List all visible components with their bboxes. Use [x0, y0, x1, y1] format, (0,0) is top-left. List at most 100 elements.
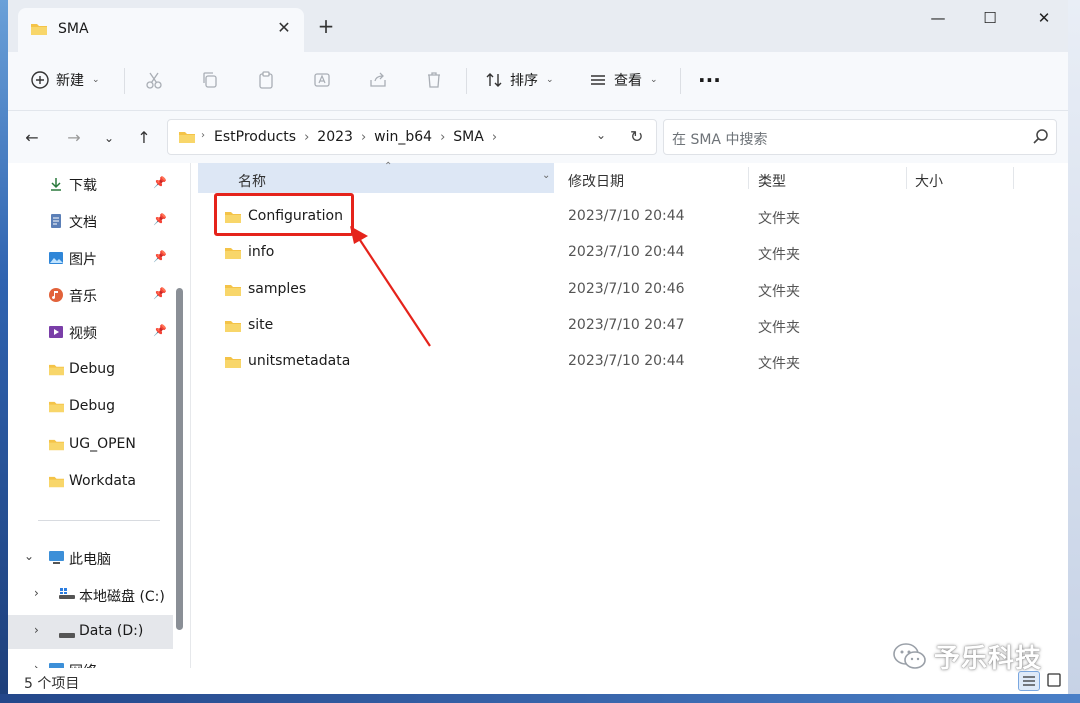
cut-button[interactable] — [144, 66, 164, 94]
chevron-down-icon[interactable]: ⌄ — [24, 549, 34, 563]
search-box[interactable]: 在 SMA 中搜索 — [663, 119, 1057, 155]
new-tab-button[interactable]: + — [316, 16, 336, 36]
sidebar-item-this-pc[interactable]: ⌄ 此电脑 — [8, 541, 173, 575]
new-button[interactable]: 新建 ⌄ — [30, 66, 100, 94]
sidebar-item-workdata[interactable]: Workdata — [8, 465, 173, 499]
chevron-right-icon[interactable]: › — [34, 623, 39, 637]
column-divider[interactable] — [1013, 167, 1014, 189]
pin-icon[interactable]: 📌 — [153, 324, 167, 337]
breadcrumb-item[interactable]: SMA — [453, 129, 484, 145]
rename-button[interactable] — [312, 66, 332, 94]
sort-icon — [486, 73, 502, 87]
file-list: ⌃ 名称 ⌄ 修改日期 类型 大小 Configuration 2023/7/1… — [198, 161, 1068, 668]
column-divider[interactable] — [906, 167, 907, 189]
file-name: info — [248, 244, 275, 260]
file-type: 文件夹 — [758, 211, 800, 227]
share-button[interactable] — [368, 66, 388, 94]
folder-icon — [178, 129, 196, 149]
table-row[interactable]: site 2023/7/10 20:47 文件夹 — [198, 309, 1058, 343]
navigation-pane: 下载 📌 文档 📌 图片 📌 音乐 📌 视频 📌 Debug Debug UG_… — [8, 163, 188, 668]
tab-close-icon[interactable]: ✕ — [274, 18, 294, 38]
sort-button[interactable]: 排序 ⌄ — [484, 66, 554, 94]
sidebar-item-drive-c[interactable]: › 本地磁盘 (C:) — [8, 578, 173, 612]
tab-title: SMA — [58, 21, 89, 37]
pin-icon[interactable]: 📌 — [153, 287, 167, 300]
command-bar: 新建 ⌄ 排序 ⌄ 查看 ⌄ ··· — [8, 52, 1068, 111]
sidebar-item-documents[interactable]: 文档 📌 — [8, 204, 173, 238]
folder-icon — [48, 474, 65, 493]
table-row[interactable]: unitsmetadata 2023/7/10 20:44 文件夹 — [198, 345, 1058, 379]
pane-divider[interactable] — [190, 163, 191, 668]
search-icon[interactable] — [1032, 128, 1050, 150]
tiles-view-button[interactable] — [1044, 671, 1066, 691]
toolbar-divider — [124, 68, 125, 94]
sidebar-item-music[interactable]: 音乐 📌 — [8, 278, 173, 312]
pin-icon[interactable]: 📌 — [153, 250, 167, 263]
sidebar-item-label: Data (D:) — [79, 623, 144, 639]
sidebar-item-pictures[interactable]: 图片 📌 — [8, 241, 173, 275]
maximize-button[interactable]: ☐ — [970, 6, 1010, 30]
chevron-down-icon[interactable]: ⌄ — [542, 170, 550, 181]
sidebar-item-ug-open[interactable]: UG_OPEN — [8, 428, 173, 462]
paste-button[interactable] — [256, 66, 276, 94]
sort-ascending-icon: ⌃ — [384, 161, 393, 172]
sidebar-item-downloads[interactable]: 下载 📌 — [8, 167, 173, 201]
sidebar-scrollbar-thumb[interactable] — [176, 288, 183, 630]
sidebar-item-label: 图片 — [69, 252, 97, 268]
chevron-down-icon: ⌄ — [546, 75, 554, 85]
folder-icon — [224, 245, 242, 265]
pin-icon[interactable]: 📌 — [153, 213, 167, 226]
minimize-button[interactable]: — — [918, 6, 958, 30]
column-header-date[interactable]: 修改日期 — [568, 171, 624, 191]
sidebar-item-label: 本地磁盘 (C:) — [79, 589, 165, 605]
column-header-type[interactable]: 类型 — [758, 171, 786, 191]
sidebar-item-drive-d[interactable]: › Data (D:) — [8, 615, 173, 649]
sidebar-item-debug[interactable]: Debug — [8, 390, 173, 424]
delete-button[interactable] — [424, 66, 444, 94]
view-button[interactable]: 查看 ⌄ — [588, 66, 658, 94]
breadcrumb-item[interactable]: win_b64 — [374, 129, 432, 145]
refresh-icon[interactable]: ↻ — [630, 127, 643, 146]
computer-icon — [48, 550, 65, 569]
table-row[interactable]: info 2023/7/10 20:44 文件夹 — [198, 236, 1058, 270]
sidebar-item-network[interactable]: › 网络 — [8, 653, 173, 668]
music-icon — [48, 287, 64, 307]
desktop-background-right — [1068, 0, 1080, 703]
chevron-right-icon[interactable]: › — [440, 130, 445, 145]
pin-icon[interactable]: 📌 — [153, 176, 167, 189]
annotation-highlight-box — [214, 193, 354, 236]
chevron-right-icon[interactable]: › — [34, 586, 39, 600]
chevron-right-icon[interactable]: › — [361, 130, 366, 145]
back-arrow-icon[interactable]: ← — [20, 126, 44, 150]
address-bar[interactable]: › EstProducts › 2023 › win_b64 › SMA › ⌄… — [167, 119, 657, 155]
chevron-right-icon[interactable]: › — [34, 661, 39, 668]
recent-chevron-icon[interactable]: ⌄ — [97, 126, 121, 150]
sidebar-item-debug[interactable]: Debug — [8, 353, 173, 387]
tab-sma[interactable]: SMA ✕ — [18, 8, 304, 52]
table-row[interactable]: samples 2023/7/10 20:46 文件夹 — [198, 273, 1058, 307]
column-header-name[interactable]: ⌃ 名称 ⌄ — [198, 161, 554, 193]
close-button[interactable]: ✕ — [1024, 6, 1064, 30]
column-divider[interactable] — [748, 167, 749, 189]
breadcrumb-overflow-icon[interactable]: › — [201, 130, 205, 141]
tiles-view-icon — [1047, 673, 1061, 687]
more-options-button[interactable]: ··· — [698, 66, 721, 94]
sidebar-item-videos[interactable]: 视频 📌 — [8, 315, 173, 349]
sidebar-item-label: Workdata — [69, 473, 136, 489]
chevron-right-icon[interactable]: › — [304, 130, 309, 145]
copy-button[interactable] — [200, 66, 220, 94]
up-arrow-icon[interactable]: ↑ — [132, 126, 156, 150]
title-bar: SMA ✕ + — ☐ ✕ — [8, 0, 1068, 52]
column-header-label: 名称 — [238, 174, 266, 190]
forward-arrow-icon[interactable]: → — [62, 126, 86, 150]
breadcrumb-item[interactable]: EstProducts — [214, 129, 296, 145]
breadcrumb-item[interactable]: 2023 — [317, 129, 353, 145]
column-header-size[interactable]: 大小 — [915, 171, 943, 191]
chevron-right-icon[interactable]: › — [492, 130, 497, 145]
sidebar-item-label: 视频 — [69, 326, 97, 342]
file-name: samples — [248, 281, 307, 297]
file-type: 文件夹 — [758, 356, 800, 372]
address-history-chevron-icon[interactable]: ⌄ — [596, 128, 606, 142]
drive-icon — [58, 628, 76, 644]
file-explorer-window: SMA ✕ + — ☐ ✕ 新建 ⌄ 排序 ⌄ 查看 ⌄ ··· ← → ⌄ ↑… — [8, 0, 1068, 694]
